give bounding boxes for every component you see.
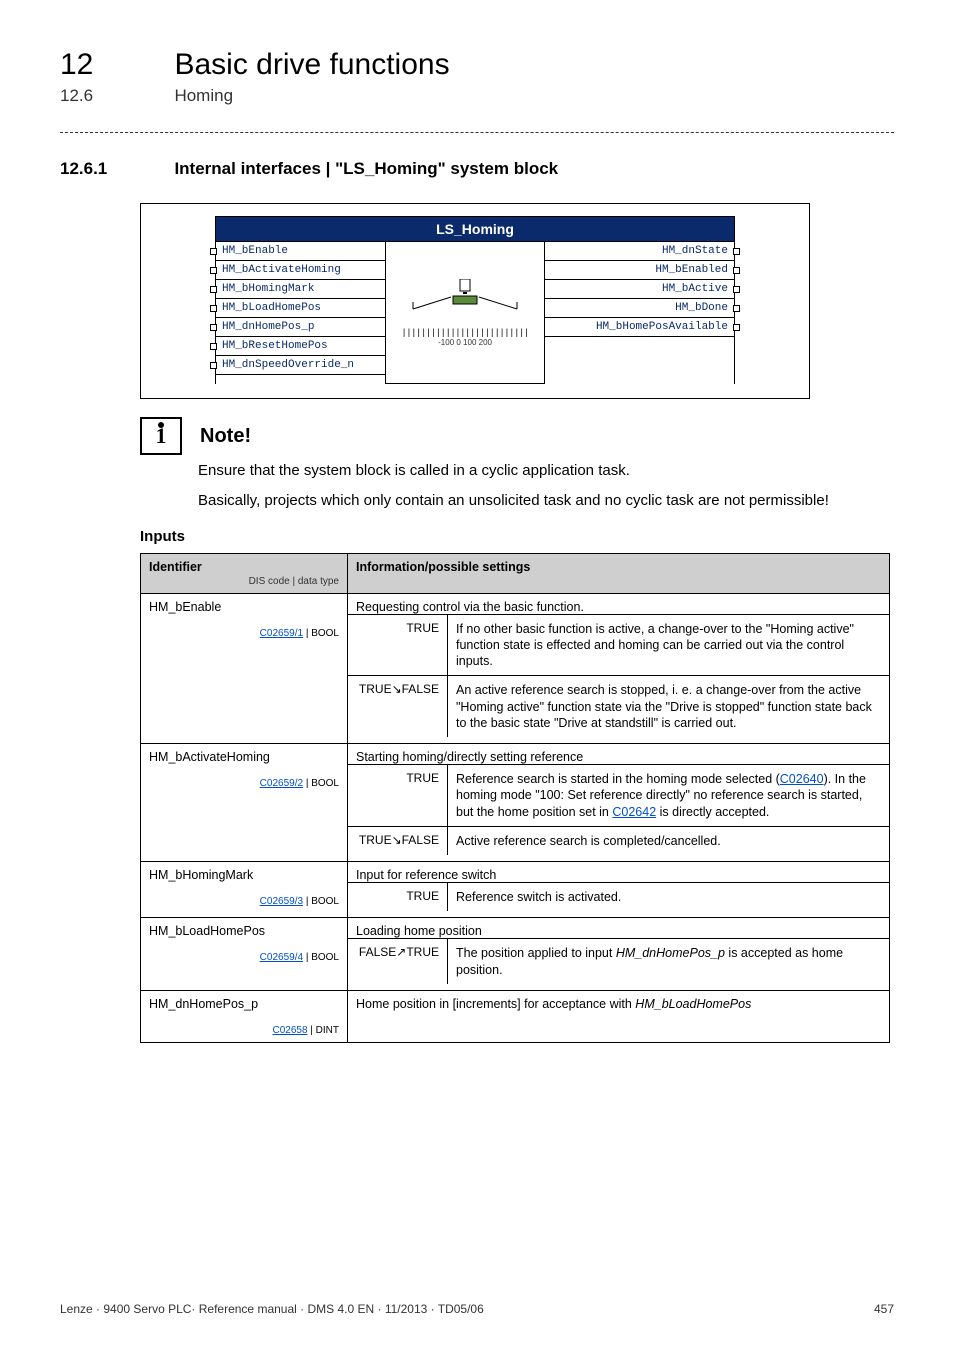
desc-top: Input for reference switch <box>356 868 496 882</box>
table-row: HM_dnHomePos_p C02658 | DINT Home positi… <box>141 990 890 1042</box>
chapter-number: 12 <box>60 48 170 82</box>
section-title: Homing <box>174 86 233 106</box>
note-paragraph: Basically, projects which only contain a… <box>198 491 894 511</box>
divider <box>60 132 894 133</box>
link[interactable]: C02640 <box>780 772 824 786</box>
identifier-name: HM_bLoadHomePos <box>149 924 265 938</box>
scale-labels: -100 0 100 200 <box>401 338 528 347</box>
diagram-title: LS_Homing <box>215 216 735 242</box>
identifier-name: HM_bEnable <box>149 600 221 614</box>
value-key: TRUE <box>348 615 448 676</box>
note-label: Note! <box>200 425 251 448</box>
link[interactable]: C02642 <box>612 805 656 819</box>
desc-top: Loading home position <box>356 924 482 938</box>
value-key: TRUE↘FALSE <box>348 676 448 737</box>
value-desc: Home position in [increments] for accept… <box>356 997 751 1011</box>
value-desc: Reference switch is activated. <box>448 883 889 911</box>
diagram-center: |||||||||||||||||||||||||| -100 0 100 20… <box>385 242 546 384</box>
desc-top: Requesting control via the basic functio… <box>356 600 584 614</box>
port-in: HM_bHomingMark <box>216 280 385 299</box>
inputs-heading: Inputs <box>140 528 894 545</box>
value-desc: The position applied to input HM_dnHomeP… <box>448 939 889 984</box>
dis-code-link[interactable]: C02659/1 <box>260 628 303 639</box>
port-out: HM_bActive <box>545 280 734 299</box>
port-in: HM_bLoadHomePos <box>216 299 385 318</box>
table-row: HM_bActivateHoming C02659/2 | BOOL Start… <box>141 744 890 862</box>
scale-ticks: |||||||||||||||||||||||||| <box>401 328 528 338</box>
value-desc: An active reference search is stopped, i… <box>448 676 889 737</box>
note-body: Ensure that the system block is called i… <box>198 461 894 512</box>
table-row: HM_bLoadHomePos C02659/4 | BOOL Loading … <box>141 918 890 991</box>
value-key: TRUE <box>348 883 448 911</box>
value-desc: Reference search is started in the homin… <box>448 765 889 826</box>
value-key: TRUE <box>348 765 448 826</box>
port-out: HM_bHomePosAvailable <box>545 318 734 337</box>
inputs-table: Identifier DIS code | data type Informat… <box>140 553 890 1043</box>
dis-code-link[interactable]: C02659/2 <box>260 778 303 789</box>
port-out: HM_bEnabled <box>545 261 734 280</box>
identifier-name: HM_bActivateHoming <box>149 750 270 764</box>
table-row: HM_bHomingMark C02659/3 | BOOL Input for… <box>141 862 890 918</box>
dis-code-link[interactable]: C02658 <box>272 1025 307 1036</box>
value-desc: Active reference search is completed/can… <box>448 827 889 855</box>
subsection-title: Internal interfaces | "LS_Homing" system… <box>174 159 558 179</box>
port-in: HM_bResetHomePos <box>216 337 385 356</box>
th-identifier: Identifier DIS code | data type <box>141 553 348 593</box>
port-out: HM_dnState <box>545 242 734 261</box>
dis-code-link[interactable]: C02659/4 <box>260 952 303 963</box>
info-icon: 1 <box>140 417 182 455</box>
value-key: TRUE↘FALSE <box>348 827 448 855</box>
port-in: HM_bEnable <box>216 242 385 261</box>
dis-code-link[interactable]: C02659/3 <box>260 896 303 907</box>
value-desc: If no other basic function is active, a … <box>448 615 889 676</box>
chapter-title: Basic drive functions <box>174 48 449 82</box>
subsection-number: 12.6.1 <box>60 159 170 179</box>
footer-left: Lenze · 9400 Servo PLC· Reference manual… <box>60 1302 484 1316</box>
desc-top: Starting homing/directly setting referen… <box>356 750 583 764</box>
identifier-name: HM_bHomingMark <box>149 868 253 882</box>
th-info: Information/possible settings <box>348 553 890 593</box>
block-diagram: LS_Homing HM_bEnable HM_bActivateHoming … <box>140 203 810 399</box>
port-in: HM_dnSpeedOverride_n <box>216 356 385 375</box>
port-in: HM_bActivateHoming <box>216 261 385 280</box>
value-key: FALSE↗TRUE <box>348 939 448 984</box>
note-paragraph: Ensure that the system block is called i… <box>198 461 894 481</box>
port-out: HM_bDone <box>545 299 734 318</box>
port-in: HM_dnHomePos_p <box>216 318 385 337</box>
page-number: 457 <box>874 1302 894 1316</box>
section-number: 12.6 <box>60 86 170 106</box>
table-row: HM_bEnable C02659/1 | BOOL Requesting co… <box>141 593 890 744</box>
identifier-name: HM_dnHomePos_p <box>149 997 258 1011</box>
